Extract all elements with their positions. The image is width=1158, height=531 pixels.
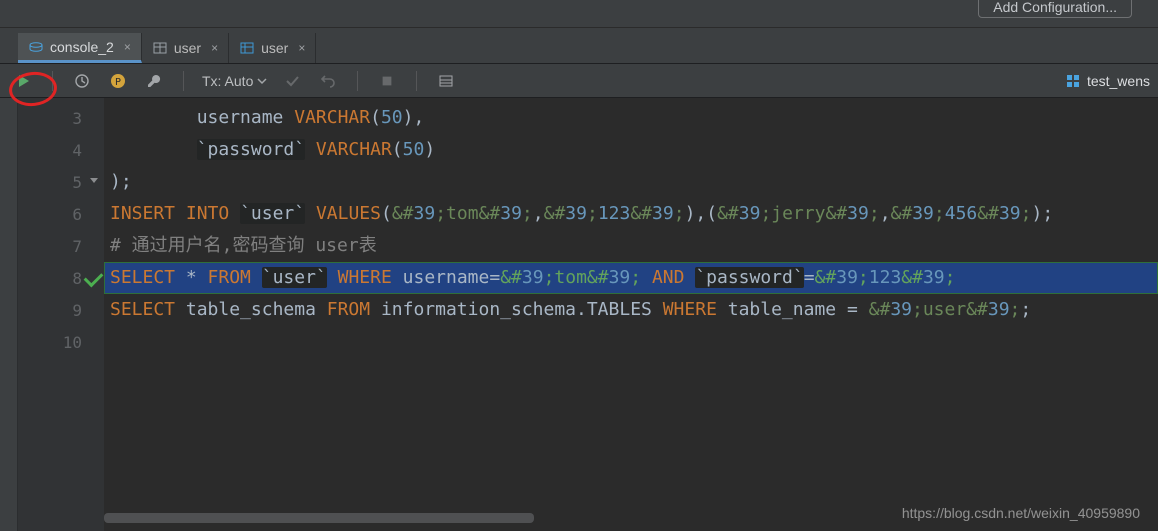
separator (52, 71, 53, 91)
commit-icon[interactable] (281, 70, 303, 92)
run-button[interactable] (12, 70, 34, 92)
tab-label: user (261, 40, 288, 56)
table-plan-icon (239, 40, 255, 56)
output-layout-icon[interactable] (435, 70, 457, 92)
line-number: 3 (18, 102, 104, 134)
rollback-icon[interactable] (317, 70, 339, 92)
line-number: 9 (18, 294, 104, 326)
wrench-icon[interactable] (143, 70, 165, 92)
code-line[interactable]: ); (104, 166, 1158, 198)
line-number: 10 (18, 326, 104, 358)
line-number: 7 (18, 230, 104, 262)
close-icon[interactable]: × (298, 41, 305, 55)
history-icon[interactable] (71, 70, 93, 92)
tab-label: console_2 (50, 39, 114, 55)
sql-console-icon (28, 39, 44, 55)
tab-console-2[interactable]: console_2 × (18, 33, 142, 63)
editor: 345678910 username VARCHAR(50), `passwor… (0, 98, 1158, 531)
add-configuration-button[interactable]: Add Configuration... (978, 0, 1132, 18)
svg-text:P: P (115, 77, 121, 88)
line-number: 8 (18, 262, 104, 294)
tab-label: user (174, 40, 201, 56)
code-line[interactable]: `password` VARCHAR(50) (104, 134, 1158, 166)
tab-user-plan[interactable]: user × (229, 33, 316, 63)
stop-icon[interactable] (376, 70, 398, 92)
code-line[interactable]: username VARCHAR(50), (104, 102, 1158, 134)
separator (416, 71, 417, 91)
code-line[interactable]: SELECT * FROM `user` WHERE username=&#39… (104, 262, 1158, 294)
line-number: 6 (18, 198, 104, 230)
chevron-down-icon (257, 76, 267, 86)
datasource-name: test_wens (1087, 73, 1150, 89)
line-number: 4 (18, 134, 104, 166)
close-icon[interactable]: × (211, 41, 218, 55)
scrollbar-thumb[interactable] (104, 513, 534, 523)
line-number: 5 (18, 166, 104, 198)
tx-mode-dropdown[interactable]: Tx: Auto (202, 73, 267, 89)
datasource-icon (1065, 73, 1081, 89)
left-gutter-strip (0, 98, 18, 531)
separator (357, 71, 358, 91)
horizontal-scrollbar[interactable] (104, 513, 1158, 525)
code-line[interactable]: # 通过用户名,密码查询 user表 (104, 230, 1158, 262)
top-bar: Add Configuration... (0, 0, 1158, 28)
line-number-gutter: 345678910 (18, 98, 104, 531)
editor-tabs: console_2 × user × user × (0, 28, 1158, 64)
code-area[interactable]: username VARCHAR(50), `password` VARCHAR… (104, 98, 1158, 531)
parameters-icon[interactable]: P (107, 70, 129, 92)
close-icon[interactable]: × (124, 40, 131, 54)
fold-icon[interactable] (88, 174, 100, 186)
code-line[interactable]: SELECT table_schema FROM information_sch… (104, 294, 1158, 326)
console-toolbar: P Tx: Auto test_wens (0, 64, 1158, 98)
code-line[interactable]: INSERT INTO `user` VALUES(&#39;tom&#39;,… (104, 198, 1158, 230)
separator (183, 71, 184, 91)
tab-user-table[interactable]: user × (142, 33, 229, 63)
tx-label-text: Tx: Auto (202, 73, 253, 89)
datasource-indicator[interactable]: test_wens (1065, 64, 1150, 97)
table-icon (152, 40, 168, 56)
code-line[interactable] (104, 326, 1158, 358)
